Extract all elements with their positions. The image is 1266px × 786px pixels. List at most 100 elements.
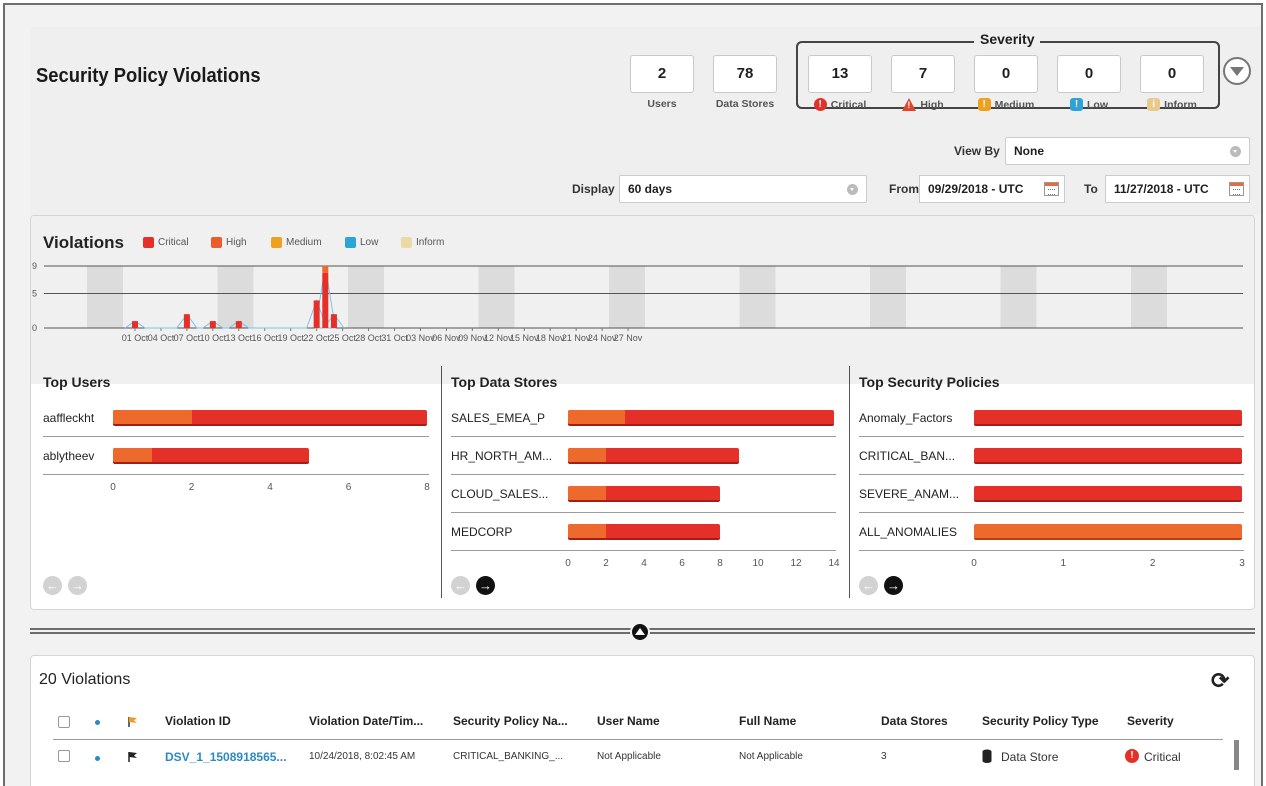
col-data-stores[interactable]: Data Stores	[881, 714, 948, 728]
col-policy-type[interactable]: Security Policy Type	[982, 714, 1099, 728]
users-stat[interactable]: 2 Users	[630, 55, 694, 110]
database-icon	[982, 749, 992, 763]
top-users-next-button[interactable]: →	[68, 576, 87, 595]
violations-count: 20 Violations	[39, 671, 131, 688]
top-policies-next-button[interactable]: →	[884, 576, 903, 595]
bar-category-label[interactable]: SEVERE_ANAM...	[859, 487, 959, 501]
legend-low[interactable]: Low	[345, 237, 378, 248]
bar-severe-anam-[interactable]	[974, 486, 1242, 502]
bar-category-label[interactable]: HR_NORTH_AM...	[451, 449, 552, 463]
col-violation-date[interactable]: Violation Date/Tim...	[309, 714, 423, 728]
row-separator	[451, 436, 836, 437]
col-severity[interactable]: Severity	[1127, 714, 1174, 728]
bar-hr-north-am-[interactable]	[568, 448, 739, 464]
axis-tick-label: 0	[565, 558, 571, 569]
weekend-band	[87, 266, 123, 328]
top-users-prev-button[interactable]: ←	[43, 576, 62, 595]
bar-high-segment	[113, 448, 153, 462]
to-date-input[interactable]: 11/27/2018 - UTC	[1105, 175, 1250, 203]
axis-tick-label: 1	[1060, 558, 1067, 569]
row-checkbox[interactable]	[58, 750, 70, 762]
legend-label: Inform	[416, 237, 445, 248]
calendar-icon[interactable]	[1229, 182, 1244, 196]
axis-tick-label: 12	[790, 558, 802, 569]
flag-icon[interactable]	[127, 751, 139, 763]
table-scrollbar[interactable]	[1234, 740, 1239, 770]
legend-critical[interactable]: Critical	[143, 237, 189, 248]
bar-aaffleckht[interactable]	[113, 410, 427, 426]
high-stat[interactable]: 7 ! High	[891, 55, 955, 111]
violation-id-link[interactable]: DSV_1_1508918565...	[165, 750, 286, 764]
inform-stat[interactable]: 0 i Inform	[1140, 55, 1204, 111]
exclamation-icon: !	[1125, 749, 1139, 763]
row-separator	[859, 512, 1244, 513]
collapse-header-button[interactable]	[1223, 57, 1251, 85]
low-stat[interactable]: 0 ! Low	[1057, 55, 1121, 111]
axis-tick-label: 14	[828, 558, 840, 569]
bar-category-label[interactable]: MEDCORP	[451, 525, 512, 539]
bar-anomaly-factors[interactable]	[974, 410, 1242, 426]
to-date-value: 11/27/2018 - UTC	[1114, 182, 1209, 196]
data-stores-stat[interactable]: 78 Data Stores	[713, 55, 777, 110]
x-tick-label: 16 Oct	[251, 333, 278, 343]
bar-category-label[interactable]: ablytheev	[43, 449, 94, 463]
from-date-input[interactable]: 09/29/2018 - UTC	[919, 175, 1065, 203]
critical-stat[interactable]: 13 ! Critical	[808, 55, 872, 111]
legend-inform[interactable]: Inform	[401, 237, 444, 248]
top-data-stores-prev-button[interactable]: ←	[451, 576, 470, 595]
header-separator	[53, 739, 1223, 740]
bar-critical-ban-[interactable]	[974, 448, 1242, 464]
x-tick-label: 24 Nov	[588, 333, 617, 343]
bar-medcorp[interactable]	[568, 524, 720, 540]
view-by-select[interactable]: None	[1005, 137, 1250, 165]
collapse-up-button[interactable]	[630, 622, 650, 642]
bar-category-label[interactable]: aaffleckht	[43, 411, 94, 425]
bar-ablytheev[interactable]	[113, 448, 310, 464]
bar-cloud-sales-[interactable]	[568, 486, 720, 502]
bar-category-label[interactable]: CRITICAL_BAN...	[859, 449, 955, 463]
legend-medium[interactable]: Medium	[271, 237, 322, 248]
critical-count: 13	[808, 55, 872, 93]
weekend-band	[609, 266, 645, 328]
col-user-name[interactable]: User Name	[597, 714, 660, 728]
col-full-name[interactable]: Full Name	[739, 714, 796, 728]
axis-tick-label: 3	[1239, 558, 1245, 569]
x-tick-label: 31 Oct	[381, 333, 408, 343]
select-all-checkbox[interactable]	[58, 716, 70, 728]
row-separator	[43, 436, 429, 437]
row-separator	[859, 436, 1244, 437]
top-data-stores-next-button[interactable]: →	[476, 576, 495, 595]
calendar-icon[interactable]	[1044, 182, 1059, 196]
col-violation-id[interactable]: Violation ID	[165, 714, 231, 728]
top-data-stores-title: Top Data Stores	[451, 374, 558, 390]
panel-separator	[849, 366, 850, 598]
bar-category-label[interactable]: Anomaly_Factors	[859, 411, 952, 425]
policy-name: CRITICAL_BANKING_...	[453, 751, 564, 762]
bar-all-anomalies[interactable]	[974, 524, 1242, 540]
violations-timeline-chart: 05901 Oct 04 Oct 07 Oct 10 Oct 13 Oct 16 Oct 1…	[32, 261, 1243, 343]
bar-critical	[313, 300, 320, 328]
axis-tick-label: 0	[110, 482, 116, 493]
chevron-down-icon	[847, 184, 858, 195]
bar-sales-emea-p[interactable]	[568, 410, 834, 426]
bar-category-label[interactable]: ALL_ANOMALIES	[859, 525, 957, 539]
low-label: Low	[1087, 98, 1108, 111]
bar-critical	[235, 321, 242, 328]
axis-tick-label: 6	[679, 558, 685, 569]
bar-category-label[interactable]: SALES_EMEA_P	[451, 411, 545, 425]
col-policy-name[interactable]: Security Policy Na...	[453, 714, 568, 728]
medium-stat[interactable]: 0 ! Medium	[974, 55, 1038, 111]
top-policies-prev-button[interactable]: ←	[859, 576, 878, 595]
x-tick-label: 01 Oct	[122, 333, 149, 343]
refresh-icon[interactable]: ⟳	[1211, 670, 1233, 692]
bar-category-label[interactable]: CLOUD_SALES...	[451, 487, 548, 501]
weekend-band	[348, 266, 384, 328]
flag-icon[interactable]	[127, 716, 139, 728]
display-select[interactable]: 60 days	[619, 175, 867, 203]
axis-tick-label: 8	[717, 558, 723, 569]
high-count: 7	[891, 55, 955, 93]
inform-count: 0	[1140, 55, 1204, 93]
legend-high[interactable]: High	[211, 237, 247, 248]
axis-tick-label: 10	[752, 558, 764, 569]
x-tick-label: 03 Nov	[406, 333, 435, 343]
